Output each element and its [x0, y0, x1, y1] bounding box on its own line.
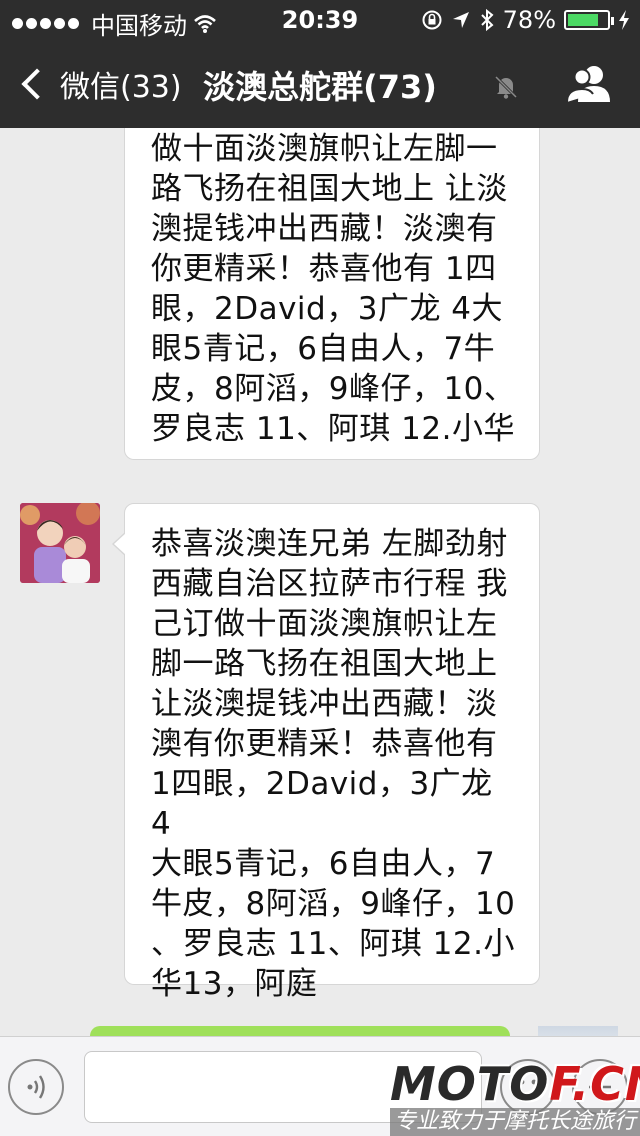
watermark-slogan: 专业致力于摩托长途旅行	[390, 1108, 640, 1136]
site-watermark: MOTOF.CN 专业致力于摩托长途旅行	[390, 1060, 640, 1136]
battery-fill	[568, 14, 598, 26]
rotation-lock-icon	[422, 10, 442, 30]
battery-icon	[564, 10, 614, 30]
avatar-photo-icon	[20, 503, 100, 583]
status-bar: 中国移动 20:39 78%	[0, 0, 640, 40]
message-bubble[interactable]: 做十面淡澳旗帜让左脚一 路飞扬在祖国大地上 让淡 澳提钱冲出西藏！淡澳有 你更精…	[124, 128, 540, 460]
battery-percent: 78%	[502, 6, 556, 34]
voice-icon	[27, 1075, 45, 1099]
chat-message-list[interactable]: 做十面淡澳旗帜让左脚一 路飞扬在祖国大地上 让淡 澳提钱冲出西藏！淡澳有 你更精…	[0, 128, 640, 1036]
mute-bell-icon	[494, 75, 518, 99]
watermark-logo: MOTOF.CN	[390, 1060, 640, 1108]
chat-title: 淡澳总舵群(73)	[203, 68, 437, 106]
navigation-bar: 微信(33) 淡澳总舵群(73)	[0, 40, 640, 128]
bluetooth-icon	[480, 8, 494, 32]
watermark-brand-accent: F.CN	[549, 1057, 640, 1111]
sender-avatar[interactable]	[20, 503, 100, 583]
watermark-brand-main: MOTO	[390, 1057, 550, 1111]
message-bubble[interactable]: 恭喜淡澳连兄弟 左脚劲射 西藏自治区拉萨市行程 我 己订做十面淡澳旗帜让左 脚一…	[112, 503, 540, 1002]
own-message-bubble[interactable]	[90, 1026, 510, 1036]
status-right-group: 78%	[421, 6, 630, 34]
voice-input-button[interactable]	[8, 1059, 64, 1115]
group-members-button[interactable]	[566, 62, 612, 106]
own-avatar[interactable]	[538, 1026, 618, 1036]
location-arrow-icon	[452, 12, 469, 28]
charging-bolt-icon	[619, 10, 629, 30]
